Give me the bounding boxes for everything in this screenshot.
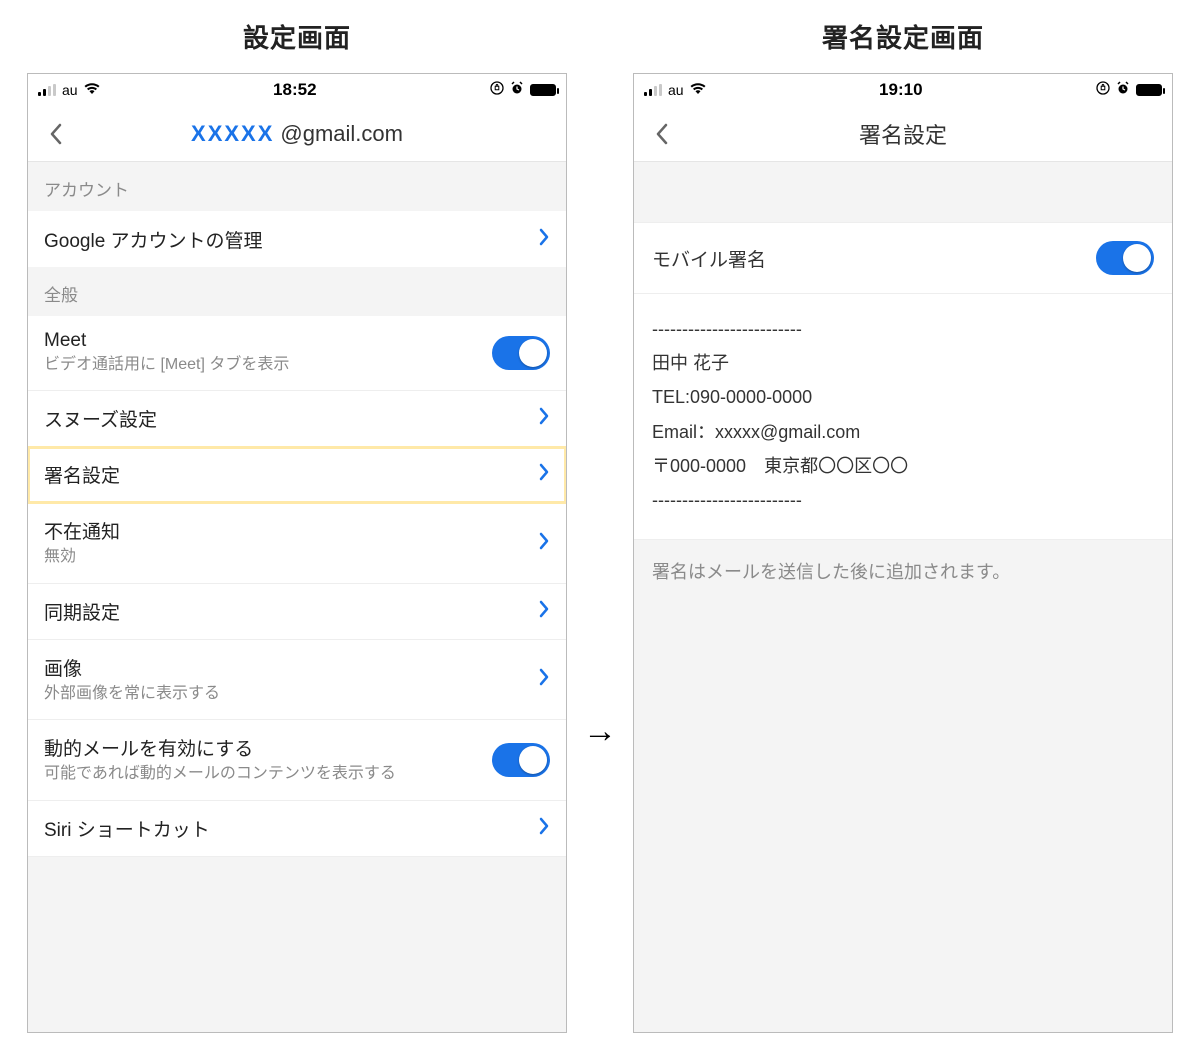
settings-phone: au 18:52 (27, 73, 567, 1033)
chevron-right-icon (538, 407, 550, 430)
row-label: 動的メールを有効にする (44, 734, 396, 761)
signal-icon (644, 84, 662, 96)
row-label: 署名設定 (44, 461, 120, 488)
wifi-icon (84, 82, 100, 99)
row-manage-account[interactable]: Google アカウントの管理 (28, 211, 566, 267)
row-signature[interactable]: 署名設定 (28, 447, 566, 503)
orientation-lock-icon (490, 81, 504, 99)
carrier-label: au (668, 82, 684, 98)
row-snooze[interactable]: スヌーズ設定 (28, 391, 566, 447)
nav-header: XXXXX @gmail.com (28, 106, 566, 162)
right-screen-title: 署名設定画面 (822, 18, 984, 55)
chevron-right-icon (538, 463, 550, 486)
row-sublabel: 可能であれば動的メールのコンテンツを表示する (44, 763, 396, 785)
status-time: 18:52 (273, 80, 316, 100)
row-label: 不在通知 (44, 517, 120, 544)
nav-header: 署名設定 (634, 106, 1172, 162)
battery-icon (1136, 84, 1162, 96)
chevron-right-icon (538, 532, 550, 555)
signature-phone: au 19:10 (633, 73, 1173, 1033)
account-domain: @gmail.com (280, 121, 403, 147)
nav-title: XXXXX @gmail.com (191, 121, 403, 147)
signature-body: モバイル署名 ------------------------- 田中 花子 T… (634, 162, 1172, 1032)
status-time: 19:10 (879, 80, 922, 100)
row-sublabel: ビデオ通話用に [Meet] タブを表示 (44, 354, 289, 376)
row-label: Siri ショートカット (44, 815, 210, 842)
row-label: 画像 (44, 654, 220, 681)
chevron-right-icon (538, 600, 550, 623)
chevron-right-icon (538, 817, 550, 840)
alarm-icon (1116, 81, 1130, 99)
battery-icon (530, 84, 556, 96)
row-sublabel: 無効 (44, 546, 120, 568)
mobile-signature-label: モバイル署名 (652, 245, 766, 272)
row-meet[interactable]: Meet ビデオ通話用に [Meet] タブを表示 (28, 316, 566, 391)
arrow-right-icon: → (581, 712, 619, 751)
row-sync[interactable]: 同期設定 (28, 584, 566, 640)
signal-icon (38, 84, 56, 96)
row-sublabel: 外部画像を常に表示する (44, 683, 220, 705)
account-masked: XXXXX (191, 121, 274, 147)
alarm-icon (510, 81, 524, 99)
row-label: Google アカウントの管理 (44, 226, 263, 253)
row-label: 同期設定 (44, 598, 120, 625)
meet-toggle[interactable] (492, 336, 550, 370)
back-button[interactable] (36, 114, 76, 154)
row-label: Meet (44, 330, 289, 352)
chevron-left-icon (47, 122, 65, 146)
row-dynamic-mail[interactable]: 動的メールを有効にする 可能であれば動的メールのコンテンツを表示する (28, 720, 566, 800)
signature-note: 署名はメールを送信した後に追加されます。 (634, 540, 1172, 602)
row-siri[interactable]: Siri ショートカット (28, 801, 566, 857)
row-label: スヌーズ設定 (44, 405, 157, 432)
section-header-account: アカウント (28, 162, 566, 211)
mobile-signature-toggle[interactable] (1096, 241, 1154, 275)
row-images[interactable]: 画像 外部画像を常に表示する (28, 640, 566, 720)
carrier-label: au (62, 82, 78, 98)
dynamic-mail-toggle[interactable] (492, 743, 550, 777)
settings-list: アカウント Google アカウントの管理 全般 Meet ビデオ通話用に [M… (28, 162, 566, 1032)
chevron-right-icon (538, 228, 550, 251)
back-button[interactable] (642, 114, 682, 154)
status-bar: au 19:10 (634, 74, 1172, 106)
orientation-lock-icon (1096, 81, 1110, 99)
nav-title: 署名設定 (859, 118, 947, 150)
signature-text[interactable]: ------------------------- 田中 花子 TEL:090-… (634, 294, 1172, 540)
chevron-left-icon (653, 122, 671, 146)
chevron-right-icon (538, 668, 550, 691)
status-bar: au 18:52 (28, 74, 566, 106)
wifi-icon (690, 82, 706, 99)
section-header-general: 全般 (28, 267, 566, 316)
left-screen-title: 設定画面 (243, 18, 351, 55)
row-vacation[interactable]: 不在通知 無効 (28, 503, 566, 583)
mobile-signature-row[interactable]: モバイル署名 (634, 222, 1172, 294)
